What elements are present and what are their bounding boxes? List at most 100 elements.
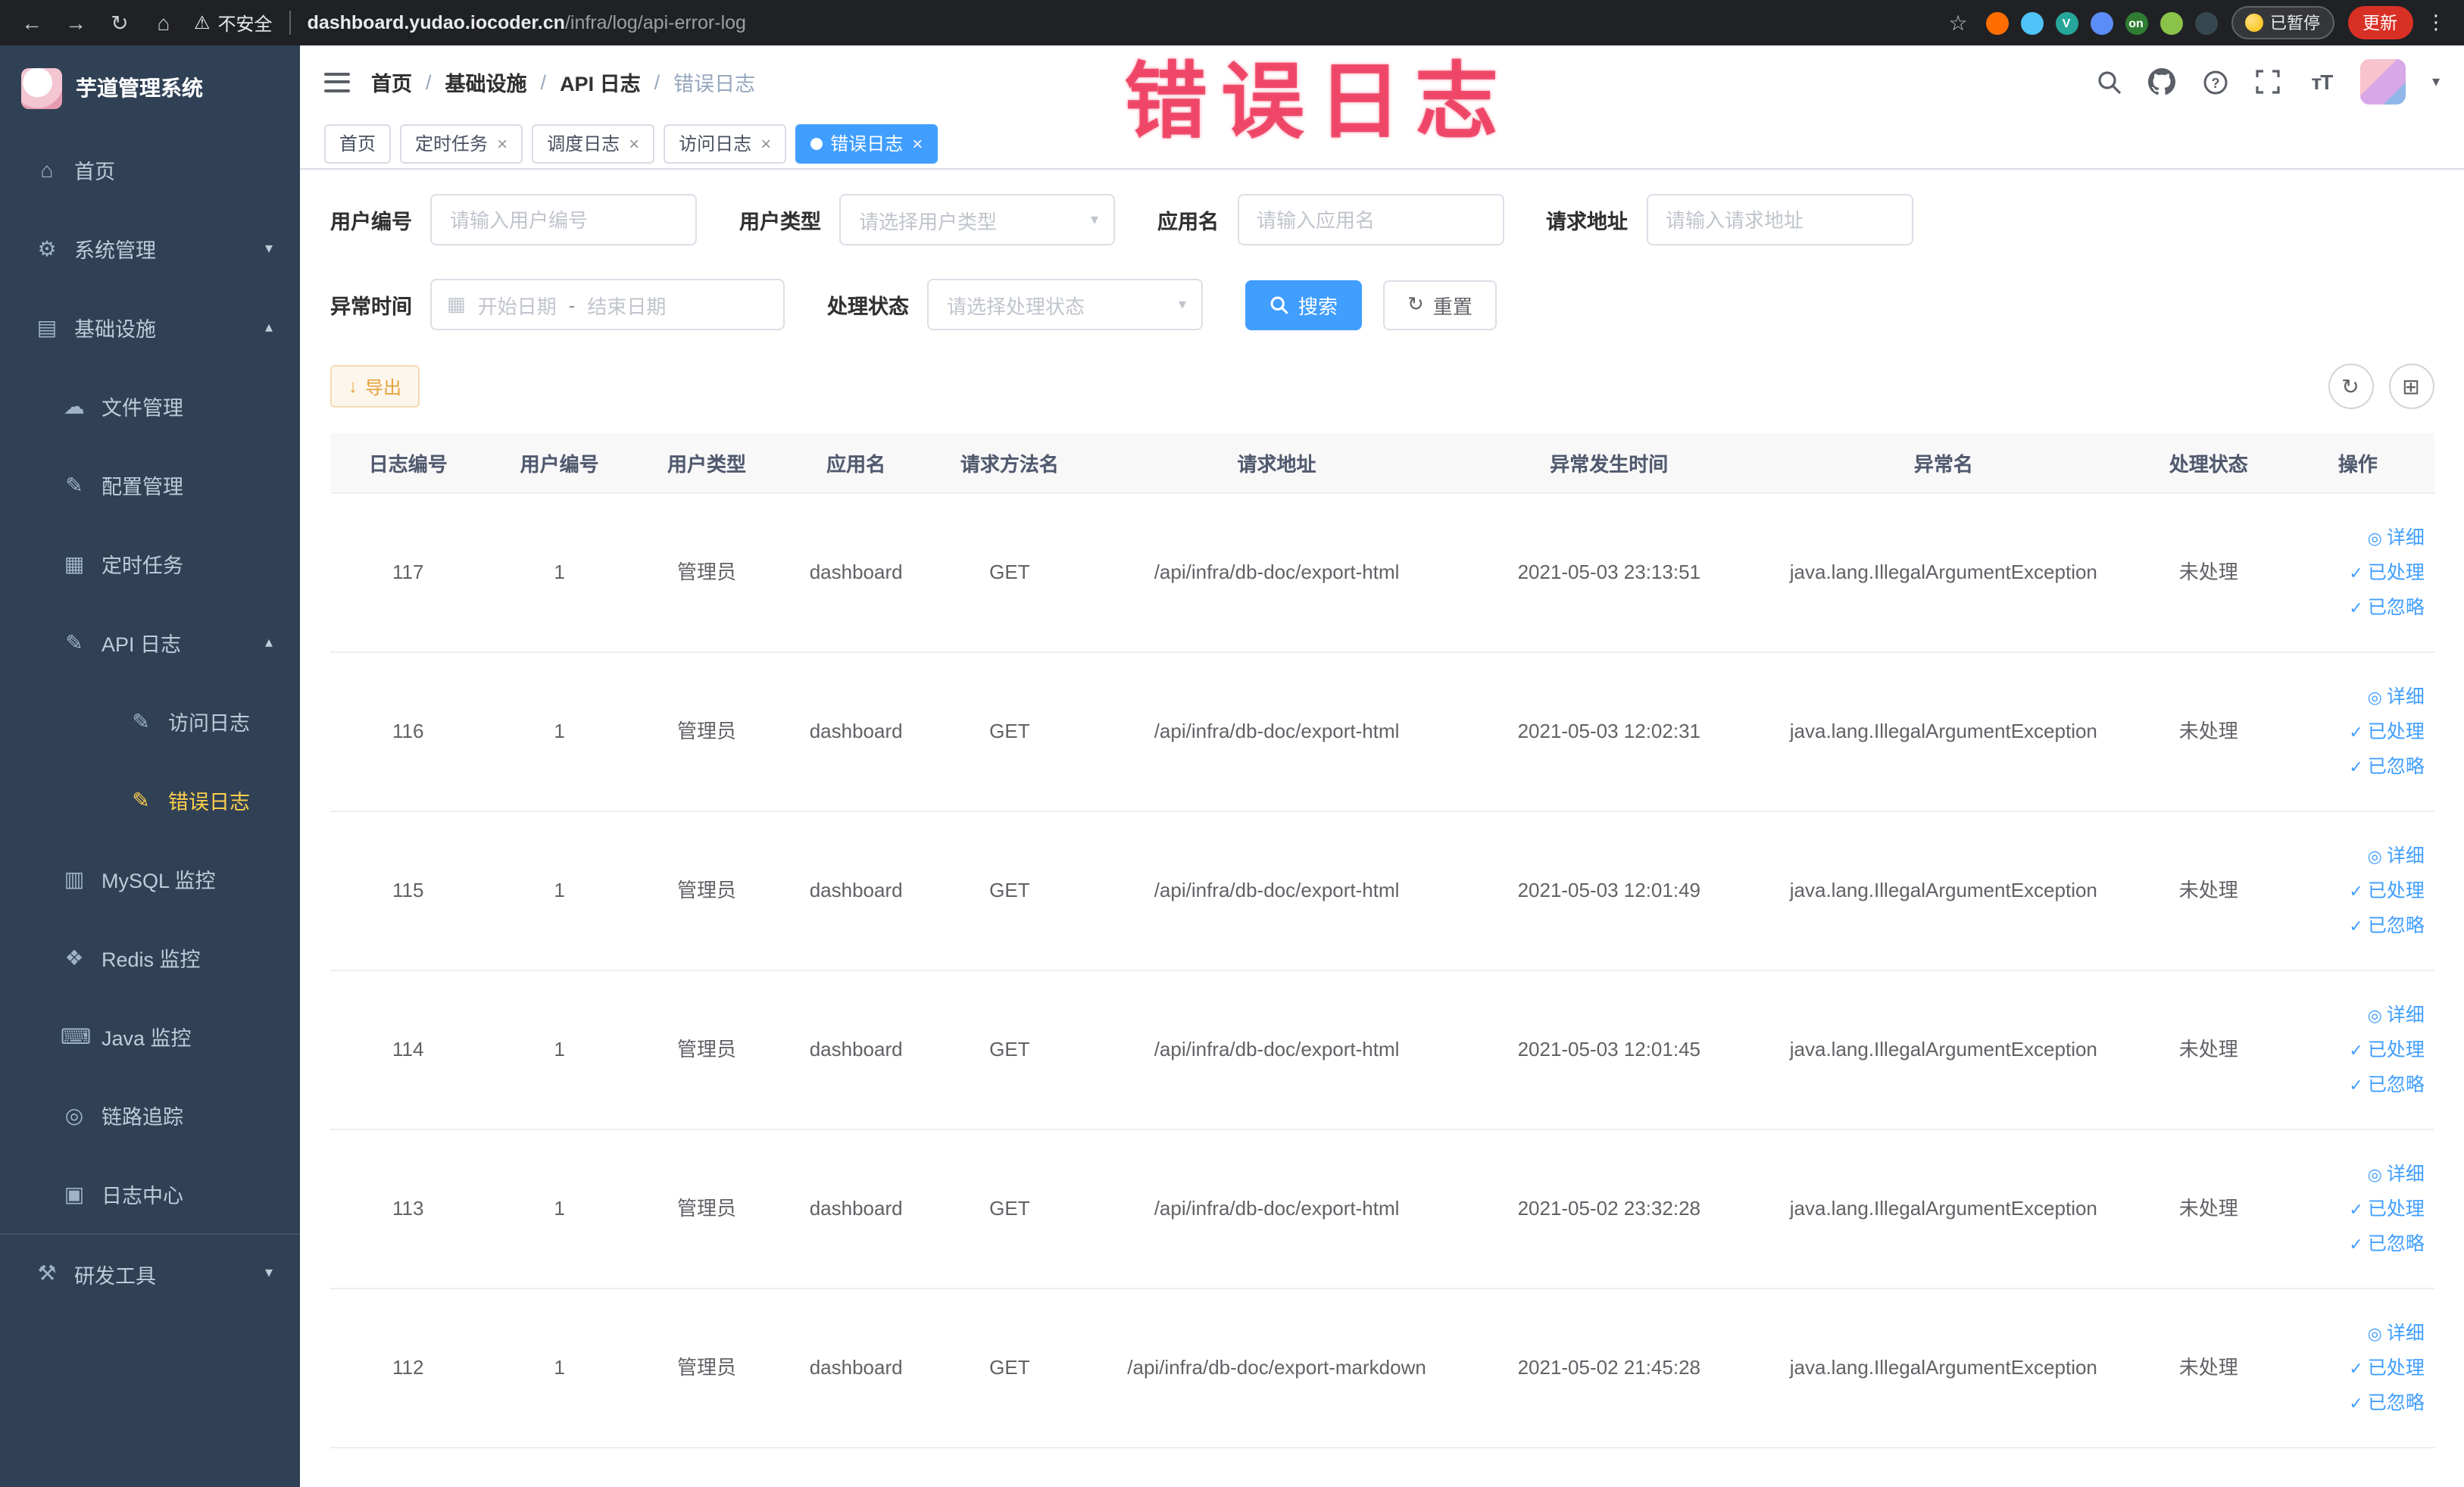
ext-onetab-icon[interactable]: on xyxy=(2125,11,2147,34)
chevron-down-icon[interactable]: ▾ xyxy=(2432,73,2440,90)
sidebar-item[interactable]: ▥ MySQL 监控 xyxy=(0,839,300,918)
action-detail-link[interactable]: ◎ 详细 xyxy=(2288,679,2425,714)
action-detail-link[interactable]: ◎ 详细 xyxy=(2288,1157,2425,1192)
ext-paw-icon[interactable] xyxy=(2194,11,2217,34)
sidebar-item[interactable]: ✎ 错误日志 xyxy=(0,761,300,839)
sidebar-item[interactable]: ▤ 基础设施 ▴ xyxy=(0,288,300,367)
close-icon[interactable]: × xyxy=(497,133,507,154)
address-bar[interactable]: dashboard.yudao.iocoder.cn/infra/log/api… xyxy=(308,12,746,33)
ext-blue-grid-icon[interactable] xyxy=(2090,11,2113,34)
sidebar-item[interactable]: ▣ 日志中心 xyxy=(0,1154,300,1233)
chevron-down-icon: ▾ xyxy=(1090,211,1098,228)
search-button[interactable]: 搜索 xyxy=(1245,280,1363,330)
cell-method: GET xyxy=(989,560,1030,583)
action-label: 已忽略 xyxy=(2367,1232,2425,1254)
export-button[interactable]: ↓ 导出 xyxy=(330,365,420,408)
request-url-input[interactable] xyxy=(1646,194,1913,245)
reset-button[interactable]: ↻ 重置 xyxy=(1383,280,1497,330)
content-header: 首页 / 基础设施 / API 日志 / 错误日志 ? тT ▾ xyxy=(300,45,2464,118)
breadcrumb-item[interactable]: 基础设施 xyxy=(445,67,527,97)
sidebar-item[interactable]: ◎ 链路追踪 xyxy=(0,1076,300,1154)
ext-green-v-icon[interactable]: V xyxy=(2055,11,2078,34)
sidebar-item[interactable]: ⚙ 系统管理 ▾ xyxy=(0,209,300,288)
sidebar-item-label: 首页 xyxy=(74,161,115,183)
sidebar-item[interactable]: ⌂ 首页 xyxy=(0,130,300,209)
close-icon[interactable]: × xyxy=(629,133,639,154)
help-icon[interactable]: ? xyxy=(2202,68,2229,95)
column-settings-icon[interactable]: ⊞ xyxy=(2388,364,2434,409)
action-ignored-link[interactable]: ✓ 已忽略 xyxy=(2288,590,2424,625)
action-ignored-link[interactable]: ✓ 已忽略 xyxy=(2288,749,2424,784)
sidebar-item[interactable]: ☁ 文件管理 xyxy=(0,367,300,445)
back-icon[interactable]: ← xyxy=(18,0,45,45)
column-header: 处理状态 xyxy=(2169,453,2248,476)
eye-icon: ◎ xyxy=(2367,1325,2382,1343)
sidebar-item-label: MySQL 监控 xyxy=(101,870,216,892)
breadcrumb-item[interactable]: API 日志 xyxy=(560,67,641,97)
sidebar-item[interactable]: ❖ Redis 监控 xyxy=(0,918,300,997)
action-processed-link[interactable]: ✓ 已处理 xyxy=(2288,714,2424,749)
update-button[interactable]: 更新 xyxy=(2347,6,2412,39)
close-icon[interactable]: × xyxy=(760,133,771,154)
sidebar-item[interactable]: ✎ 配置管理 xyxy=(0,445,300,524)
tab-item[interactable]: 首页 xyxy=(324,123,392,163)
action-ignored-link[interactable]: ✓ 已忽略 xyxy=(2288,908,2424,943)
refresh-table-icon[interactable]: ↻ xyxy=(2328,364,2373,409)
action-detail-link[interactable]: ◎ 详细 xyxy=(2288,1316,2425,1351)
process-status-select[interactable]: 请选择处理状态 ▾ xyxy=(927,279,1203,330)
check-icon: ✓ xyxy=(2349,564,2363,583)
filter-row-1: 用户编号 用户类型 请选择用户类型 ▾ 应用名 xyxy=(330,194,2434,245)
action-ignored-link[interactable]: ✓ 已忽略 xyxy=(2288,1067,2424,1102)
action-processed-link[interactable]: ✓ 已处理 xyxy=(2288,555,2424,590)
tab-item[interactable]: 定时任务 × xyxy=(400,123,523,163)
action-processed-link[interactable]: ✓ 已处理 xyxy=(2288,1032,2424,1067)
hamburger-icon[interactable] xyxy=(324,72,350,92)
breadcrumb-item[interactable]: 首页 xyxy=(371,67,412,97)
forward-icon[interactable]: → xyxy=(62,0,89,45)
close-icon[interactable]: × xyxy=(912,133,923,154)
bookmark-star-icon[interactable]: ☆ xyxy=(1944,0,1972,45)
ext-drop-icon[interactable] xyxy=(2020,11,2043,34)
paused-badge[interactable]: 已暂停 xyxy=(2231,6,2334,39)
ext-leaf-icon[interactable] xyxy=(2160,11,2182,34)
eye-icon: ◎ xyxy=(2367,1166,2382,1184)
browser-home-icon[interactable]: ⌂ xyxy=(150,0,177,45)
action-detail-link[interactable]: ◎ 详细 xyxy=(2288,839,2425,873)
fullscreen-icon[interactable] xyxy=(2255,68,2282,95)
action-processed-link[interactable]: ✓ 已处理 xyxy=(2288,1192,2424,1226)
action-detail-link[interactable]: ◎ 详细 xyxy=(2288,998,2425,1032)
action-detail-link[interactable]: ◎ 详细 xyxy=(2288,520,2425,555)
home-icon: ⌂ xyxy=(40,158,54,182)
cell-time: 2021-05-03 12:01:45 xyxy=(1517,1037,1700,1061)
action-ignored-link[interactable]: ✓ 已忽略 xyxy=(2288,1226,2425,1261)
browser-right-cluster: ☆ Von 已暂停 更新 ⋮ xyxy=(1944,0,2446,45)
search-icon[interactable] xyxy=(2096,68,2123,95)
content-area: 首页 / 基础设施 / API 日志 / 错误日志 ? тT ▾ 首页 定时任务… xyxy=(300,45,2464,1487)
sidebar-item-label: 定时任务 xyxy=(101,555,183,577)
reload-icon[interactable]: ↻ xyxy=(106,0,133,45)
api-log-icon: ✎ xyxy=(65,629,83,654)
action-ignored-link[interactable]: ✓ 已忽略 xyxy=(2288,1385,2424,1420)
font-size-icon[interactable]: тT xyxy=(2308,68,2335,95)
sidebar-item[interactable]: ✎ API 日志 ▴ xyxy=(0,603,300,682)
sidebar-item[interactable]: ⚒ 研发工具 ▾ xyxy=(0,1233,300,1312)
tab-item[interactable]: 访问日志 × xyxy=(664,123,787,163)
sidebar-item[interactable]: ▦ 定时任务 xyxy=(0,524,300,603)
filter-user-id: 用户编号 xyxy=(330,194,697,245)
action-processed-link[interactable]: ✓ 已处理 xyxy=(2288,1351,2424,1385)
user-type-select[interactable]: 请选择用户类型 ▾ xyxy=(839,194,1115,245)
sidebar-item[interactable]: ⌨ Java 监控 xyxy=(0,997,300,1076)
avatar[interactable] xyxy=(2360,59,2406,105)
github-icon[interactable] xyxy=(2148,68,2176,95)
date-range-picker[interactable]: ▦ 开始日期 - 结束日期 xyxy=(430,279,785,330)
tab-active[interactable]: 错误日志 × xyxy=(795,123,938,163)
tab-item[interactable]: 调度日志 × xyxy=(532,123,655,163)
action-processed-link[interactable]: ✓ 已处理 xyxy=(2288,873,2424,908)
logo-row[interactable]: 芋道管理系统 xyxy=(0,45,300,130)
user-id-input[interactable] xyxy=(430,194,697,245)
security-chip[interactable]: ⚠ 不安全 xyxy=(194,10,273,36)
sidebar-item[interactable]: ✎ 访问日志 xyxy=(0,682,300,761)
app-name-input[interactable] xyxy=(1237,194,1504,245)
browser-menu-icon[interactable]: ⋮ xyxy=(2426,11,2446,35)
ext-orange-icon[interactable] xyxy=(1985,11,2008,34)
